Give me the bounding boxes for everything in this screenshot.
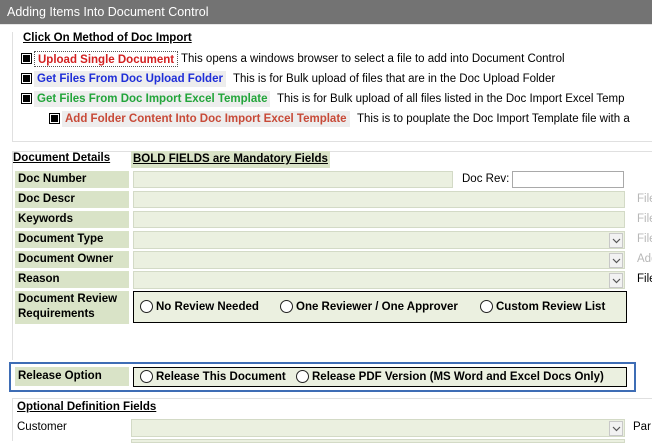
chevron-down-icon[interactable] xyxy=(609,421,623,436)
document-type-select[interactable] xyxy=(133,231,625,249)
side-label-2: File xyxy=(637,213,652,225)
reason-select[interactable] xyxy=(133,271,625,289)
radio-custom-review[interactable]: Custom Review List xyxy=(480,300,605,313)
doc-upload-folder-checkbox[interactable] xyxy=(21,73,32,84)
chevron-down-icon[interactable] xyxy=(609,273,623,288)
optional-fields-header: Optional Definition Fields xyxy=(17,401,157,413)
window-title: Adding Items Into Document Control xyxy=(0,0,652,25)
customer-select[interactable] xyxy=(131,419,625,437)
optional-frame-top xyxy=(12,398,652,399)
doc-number-label: Doc Number xyxy=(15,171,129,188)
keywords-label: Keywords xyxy=(15,211,129,228)
reason-label: Reason xyxy=(15,271,129,288)
review-options-group: No Review Needed One Reviewer / One Appr… xyxy=(133,291,627,323)
radio-one-reviewer-label: One Reviewer / One Approver xyxy=(296,300,458,313)
radio-custom-review-label: Custom Review List xyxy=(496,300,606,313)
release-options-group: Release This Document Release PDF Versio… xyxy=(133,367,627,387)
radio-release-pdf-label: Release PDF Version (MS Word and Excel D… xyxy=(312,370,604,383)
customer-label: Customer xyxy=(17,421,67,433)
review-label-line2: Requirements xyxy=(18,308,95,320)
side-label-3: File xyxy=(637,233,652,245)
get-files-excel-template-button[interactable]: Get Files From Doc Import Excel Template xyxy=(34,91,271,107)
radio-release-pdf[interactable]: Release PDF Version (MS Word and Excel D… xyxy=(296,370,604,383)
release-option-label: Release Option xyxy=(15,367,129,386)
radio-no-review-label: No Review Needed xyxy=(156,300,259,313)
import-method-title: Click On Method of Doc Import xyxy=(23,32,192,44)
radio-release-document-label: Release This Document xyxy=(156,370,286,383)
keywords-input[interactable] xyxy=(133,211,625,228)
doc-descr-label: Doc Descr xyxy=(15,191,129,208)
chevron-down-icon[interactable] xyxy=(609,253,623,268)
next-field-partial[interactable] xyxy=(131,439,625,443)
radio-circle-icon[interactable] xyxy=(480,300,493,313)
upload-folder-description: This is for Bulk upload of files that ar… xyxy=(233,73,556,85)
doc-descr-input[interactable] xyxy=(133,191,625,208)
upload-single-description: This opens a windows browser to select a… xyxy=(181,53,565,65)
add-folder-content-description: This is to pouplate the Doc Import Templ… xyxy=(357,113,630,125)
add-folder-content-button[interactable]: Add Folder Content Into Doc Import Excel… xyxy=(62,111,350,127)
details-frame-left xyxy=(12,151,13,360)
review-label-line1: Document Review xyxy=(18,293,118,305)
document-owner-label: Document Owner xyxy=(15,251,129,268)
document-owner-select[interactable] xyxy=(133,251,625,269)
excel-template-checkbox[interactable] xyxy=(21,93,32,104)
review-requirements-label: Document Review Requirements xyxy=(15,291,129,324)
side-label-4: Add xyxy=(637,253,652,265)
optional-frame-left xyxy=(12,398,13,441)
upload-single-checkbox[interactable] xyxy=(21,53,32,64)
side-label-1: File xyxy=(637,193,652,205)
doc-rev-input[interactable] xyxy=(512,171,624,188)
side-label-5: File xyxy=(637,273,652,285)
radio-no-review[interactable]: No Review Needed xyxy=(140,300,259,313)
radio-circle-icon[interactable] xyxy=(296,370,309,383)
import-frame-left xyxy=(12,32,13,142)
radio-circle-icon[interactable] xyxy=(140,300,153,313)
radio-release-document[interactable]: Release This Document xyxy=(140,370,286,383)
add-folder-content-checkbox[interactable] xyxy=(49,113,60,124)
import-frame-bottom xyxy=(12,141,652,142)
excel-template-description: This is for Bulk upload of all files lis… xyxy=(277,93,625,105)
radio-circle-icon[interactable] xyxy=(140,370,153,383)
doc-rev-label: Doc Rev: xyxy=(462,173,510,185)
document-details-header: Document Details xyxy=(13,152,111,164)
radio-one-reviewer[interactable]: One Reviewer / One Approver xyxy=(280,300,458,313)
radio-circle-icon[interactable] xyxy=(280,300,293,313)
get-files-upload-folder-button[interactable]: Get Files From Doc Upload Folder xyxy=(34,71,226,87)
doc-number-input[interactable] xyxy=(133,171,453,188)
document-type-label: Document Type xyxy=(15,231,129,248)
mandatory-note: BOLD FIELDS are Mandatory Fields xyxy=(131,151,330,168)
upload-single-document-button[interactable]: Upload Single Document xyxy=(34,51,179,67)
optional-right-label: Par xyxy=(633,421,651,433)
chevron-down-icon[interactable] xyxy=(609,233,623,248)
